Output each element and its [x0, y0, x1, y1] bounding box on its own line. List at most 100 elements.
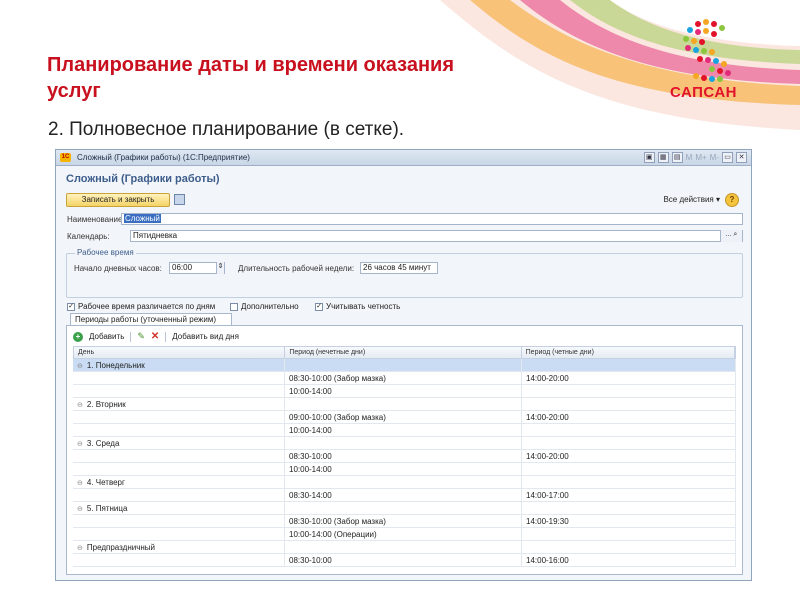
cell-day[interactable]	[73, 411, 285, 423]
checkbox-checked-icon[interactable]: ✓	[315, 302, 323, 311]
restore-icon[interactable]: ▭	[722, 152, 733, 163]
table-row[interactable]: 10:00-14:00	[73, 424, 736, 437]
cell-odd-period[interactable]: 08:30-14:00	[285, 489, 522, 501]
cell-day[interactable]	[73, 528, 285, 540]
cell-even-period[interactable]: 14:00-19:30	[522, 515, 736, 527]
cell-day[interactable]: ⊖ 3. Среда	[73, 437, 285, 449]
cell-day[interactable]	[73, 424, 285, 436]
close-icon[interactable]: ✕	[736, 152, 747, 163]
cell-even-period[interactable]: 14:00-16:00	[522, 554, 736, 566]
start-hours-field[interactable]: 06:00 ⇕	[169, 262, 225, 274]
chk-diff-days[interactable]: ✓ Рабочее время различается по дням	[67, 302, 215, 311]
cell-even-period[interactable]	[522, 463, 736, 475]
cell-day[interactable]	[73, 463, 285, 475]
cell-day[interactable]: ⊖ Предпраздничный	[73, 541, 285, 553]
duration-field[interactable]: 26 часов 45 минут	[360, 262, 438, 274]
collapse-icon[interactable]: ⊖	[77, 363, 83, 370]
table-row[interactable]: ⊖ 4. Четверг	[73, 476, 736, 489]
cell-odd-period[interactable]: 08:30-10:00 (Забор мазка)	[285, 372, 522, 384]
cell-odd-period[interactable]: 10:00-14:00 (Операции)	[285, 528, 522, 540]
memory-minus-button[interactable]: M-	[710, 152, 719, 163]
cell-odd-period[interactable]: 10:00-14:00	[285, 424, 522, 436]
cell-even-period[interactable]	[522, 476, 736, 488]
collapse-icon[interactable]: ⊖	[77, 441, 83, 448]
cell-even-period[interactable]	[522, 528, 736, 540]
table-row[interactable]: ⊖ 5. Пятница	[73, 502, 736, 515]
checkbox-checked-icon[interactable]: ✓	[67, 302, 75, 311]
table-row[interactable]: 08:30-10:00 14:00-20:00	[73, 450, 736, 463]
spin-icon[interactable]: ⇕	[216, 262, 224, 274]
floppy-save-icon[interactable]	[174, 194, 185, 205]
cell-odd-period[interactable]	[285, 359, 522, 371]
table-row[interactable]: ⊖ 3. Среда	[73, 437, 736, 450]
delete-icon[interactable]: ✕	[151, 331, 159, 342]
edit-icon[interactable]: ✎	[137, 331, 145, 342]
collapse-icon[interactable]: ⊖	[77, 506, 83, 513]
table-row[interactable]: 10:00-14:00 (Операции)	[73, 528, 736, 541]
cell-even-period[interactable]: 14:00-20:00	[522, 450, 736, 462]
help-icon[interactable]: ?	[725, 193, 739, 207]
cell-day[interactable]	[73, 385, 285, 397]
cell-day[interactable]: ⊖ 1. Понедельник	[73, 359, 285, 371]
cell-odd-period[interactable]: 09:00-10:00 (Забор мазка)	[285, 411, 522, 423]
header-odd[interactable]: Период (нечетные дни)	[285, 347, 522, 358]
table-row[interactable]: ⊖ Предпраздничный	[73, 541, 736, 554]
cell-odd-period[interactable]: 10:00-14:00	[285, 385, 522, 397]
calendar-field[interactable]: Пятидневка ... ⌕	[130, 230, 743, 242]
calc-icon[interactable]: ▦	[657, 152, 669, 163]
calendar-icon[interactable]: ▤	[671, 152, 683, 163]
checkbox-unchecked-icon[interactable]	[230, 302, 238, 311]
table-row[interactable]: 10:00-14:00	[73, 463, 736, 476]
cell-even-period[interactable]: 14:00-20:00	[522, 372, 736, 384]
name-field[interactable]: Сложный	[121, 213, 743, 225]
cell-odd-period[interactable]	[285, 437, 522, 449]
table-row[interactable]: 08:30-10:00 (Забор мазка) 14:00-20:00	[73, 372, 736, 385]
cell-even-period[interactable]	[522, 385, 736, 397]
table-row[interactable]: 08:30-10:00 14:00-16:00	[73, 554, 736, 567]
cell-day[interactable]	[73, 489, 285, 501]
cell-odd-period[interactable]	[285, 502, 522, 514]
cell-odd-period[interactable]: 08:30-10:00	[285, 450, 522, 462]
table-row[interactable]: 08:30-10:00 (Забор мазка) 14:00-19:30	[73, 515, 736, 528]
add-day-type-button[interactable]: Добавить вид дня	[172, 332, 239, 341]
chk-extra[interactable]: Дополнительно	[230, 302, 299, 311]
table-row[interactable]: 09:00-10:00 (Забор мазка) 14:00-20:00	[73, 411, 736, 424]
cell-day[interactable]	[73, 450, 285, 462]
chk-parity[interactable]: ✓ Учитывать четность	[315, 302, 400, 311]
collapse-icon[interactable]: ⊖	[77, 402, 83, 409]
table-row[interactable]: 08:30-14:00 14:00-17:00	[73, 489, 736, 502]
cell-odd-period[interactable]	[285, 398, 522, 410]
memory-m-button[interactable]: M	[686, 152, 693, 163]
cell-even-period[interactable]	[522, 424, 736, 436]
cell-odd-period[interactable]: 10:00-14:00	[285, 463, 522, 475]
table-row[interactable]: ⊖ 2. Вторник	[73, 398, 736, 411]
cell-even-period[interactable]	[522, 359, 736, 371]
cell-even-period[interactable]: 14:00-20:00	[522, 411, 736, 423]
cell-odd-period[interactable]	[285, 541, 522, 553]
calendar-select-button[interactable]: ... ⌕	[720, 230, 742, 242]
add-button[interactable]: Добавить	[89, 332, 124, 341]
all-actions-menu[interactable]: Все действия ▾	[663, 195, 720, 204]
cell-odd-period[interactable]	[285, 476, 522, 488]
save-icon[interactable]: ▣	[643, 152, 655, 163]
cell-day[interactable]: ⊖ 2. Вторник	[73, 398, 285, 410]
add-icon[interactable]: +	[73, 331, 83, 342]
cell-odd-period[interactable]: 08:30-10:00	[285, 554, 522, 566]
cell-odd-period[interactable]: 08:30-10:00 (Забор мазка)	[285, 515, 522, 527]
collapse-icon[interactable]: ⊖	[77, 545, 83, 552]
cell-even-period[interactable]: 14:00-17:00	[522, 489, 736, 501]
save-and-close-button[interactable]: Записать и закрыть	[66, 193, 170, 207]
memory-plus-button[interactable]: M+	[695, 152, 706, 163]
table-row[interactable]: 10:00-14:00	[73, 385, 736, 398]
cell-day[interactable]: ⊖ 5. Пятница	[73, 502, 285, 514]
table-row[interactable]: ⊖ 1. Понедельник	[73, 359, 736, 372]
cell-even-period[interactable]	[522, 541, 736, 553]
header-day[interactable]: День	[74, 347, 286, 358]
header-even[interactable]: Период (четные дни)	[522, 347, 735, 358]
cell-day[interactable]: ⊖ 4. Четверг	[73, 476, 285, 488]
cell-even-period[interactable]	[522, 398, 736, 410]
cell-even-period[interactable]	[522, 502, 736, 514]
cell-day[interactable]	[73, 515, 285, 527]
cell-even-period[interactable]	[522, 437, 736, 449]
collapse-icon[interactable]: ⊖	[77, 480, 83, 487]
